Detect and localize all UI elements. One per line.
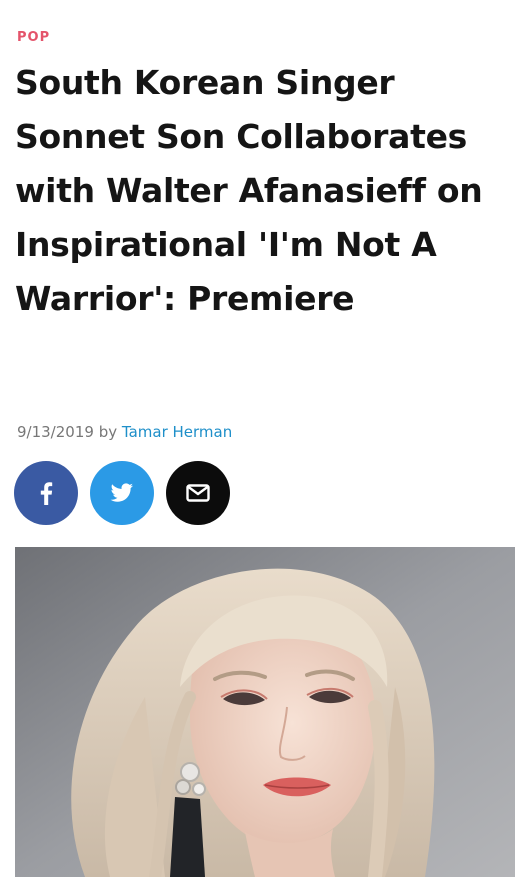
facebook-share-button[interactable] xyxy=(14,461,78,525)
share-buttons xyxy=(14,461,230,525)
author-link[interactable]: Tamar Herman xyxy=(122,423,232,441)
twitter-share-button[interactable] xyxy=(90,461,154,525)
hero-photo xyxy=(15,547,515,877)
byline-by: by xyxy=(98,423,118,441)
email-share-button[interactable] xyxy=(166,461,230,525)
twitter-icon xyxy=(110,483,133,502)
facebook-icon xyxy=(40,482,53,505)
envelope-icon xyxy=(186,484,210,502)
byline: 9/13/2019 by Tamar Herman xyxy=(17,423,232,441)
publish-date: 9/13/2019 xyxy=(17,423,94,441)
article-headline: South Korean Singer Sonnet Son Collabora… xyxy=(15,63,483,318)
singer-portrait xyxy=(15,547,515,877)
category-label[interactable]: POP xyxy=(17,30,50,45)
article-page: POP South Korean Singer Sonnet Son Colla… xyxy=(0,0,530,889)
